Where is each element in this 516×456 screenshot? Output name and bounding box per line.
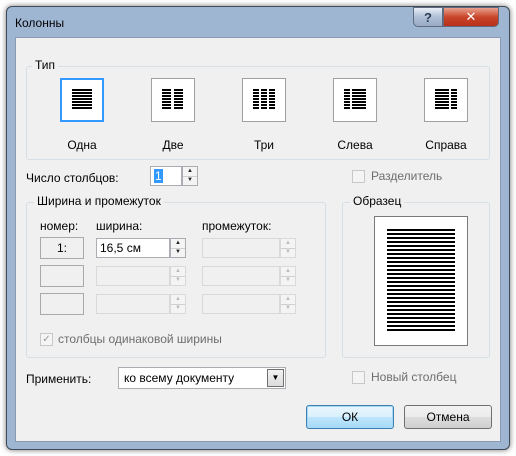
columns-count-spinner[interactable]: ▲ ▼	[182, 166, 198, 186]
preset-two[interactable]	[151, 78, 195, 122]
preset-left-label: Слева	[337, 138, 373, 152]
column-spacing-spinner[interactable]: ▲ ▼	[280, 266, 296, 286]
separator-label: Разделитель	[371, 169, 443, 183]
two-columns-icon	[162, 89, 183, 109]
preset-three[interactable]	[242, 78, 286, 122]
close-icon: ✕	[465, 9, 477, 24]
equal-width-checkbox[interactable]: ✓	[40, 333, 53, 346]
apply-label: Применить:	[26, 372, 92, 386]
spin-down-icon[interactable]: ▼	[281, 248, 295, 257]
three-columns-icon	[253, 89, 275, 109]
spin-down-icon[interactable]: ▼	[171, 304, 185, 313]
width-spacing-label: Ширина и промежуток	[34, 194, 164, 208]
spin-down-icon[interactable]: ▼	[281, 304, 295, 313]
column-number-cell: 1:	[40, 237, 84, 259]
checkmark-icon: ✓	[42, 334, 51, 345]
preset-right[interactable]	[424, 78, 468, 122]
help-icon: ?	[424, 9, 432, 25]
close-button[interactable]: ✕	[443, 7, 499, 27]
column-number-cell	[40, 265, 84, 287]
window-title: Колонны	[15, 16, 65, 30]
preset-one-label: Одна	[67, 138, 97, 152]
preset-one[interactable]	[60, 78, 104, 122]
column-spacing-spinner[interactable]: ▲ ▼	[280, 238, 296, 258]
spin-down-icon[interactable]: ▼	[171, 248, 185, 257]
preset-three-label: Три	[253, 138, 275, 152]
apply-dropdown-value: ко всему документу	[124, 371, 235, 385]
dialog-body: Тип Одна Две Три Слева Справа Число стол…	[15, 37, 501, 442]
preset-two-label: Две	[162, 138, 184, 152]
one-column-icon	[72, 89, 92, 109]
column-number-cell	[40, 293, 84, 315]
separator-checkbox[interactable]	[352, 170, 365, 183]
spin-down-icon[interactable]: ▼	[171, 276, 185, 285]
type-group-label: Тип	[32, 58, 59, 72]
column-spacing-spinner[interactable]: ▲ ▼	[280, 294, 296, 314]
column-width-spinner[interactable]: ▲ ▼	[170, 238, 186, 258]
column-spacing-input[interactable]	[202, 294, 280, 314]
new-column-checkbox[interactable]	[352, 371, 365, 384]
cancel-button[interactable]: Отмена	[404, 405, 492, 429]
width-header: ширина:	[96, 219, 143, 233]
sample-lines	[387, 229, 455, 333]
left-column-icon	[344, 89, 366, 109]
column-spacing-input[interactable]	[202, 238, 280, 258]
number-header: номер:	[40, 219, 79, 233]
spin-down-icon[interactable]: ▼	[183, 176, 197, 185]
dialog-window: Колонны ? ✕ Тип Одна Две Три Слева Справ…	[6, 6, 510, 450]
chevron-down-icon[interactable]: ▼	[267, 369, 284, 387]
right-column-icon	[435, 89, 457, 109]
column-width-input[interactable]: 16,5 см	[96, 238, 170, 258]
column-width-input[interactable]	[96, 294, 170, 314]
columns-count-input[interactable]: 1	[150, 166, 182, 186]
columns-count-value: 1	[154, 169, 163, 183]
title-bar[interactable]: Колонны ? ✕	[7, 7, 509, 37]
apply-dropdown[interactable]: ко всему документу ▼	[118, 367, 286, 389]
sample-label: Образец	[350, 194, 405, 208]
column-width-input[interactable]	[96, 266, 170, 286]
column-width-spinner[interactable]: ▲ ▼	[170, 294, 186, 314]
equal-width-label: столбцы одинаковой ширины	[58, 332, 222, 346]
spin-down-icon[interactable]: ▼	[281, 276, 295, 285]
new-column-label: Новый столбец	[371, 370, 457, 384]
column-width-spinner[interactable]: ▲ ▼	[170, 266, 186, 286]
ok-button[interactable]: ОК	[306, 405, 394, 429]
preset-left[interactable]	[333, 78, 377, 122]
columns-count-label: Число столбцов:	[26, 171, 119, 185]
preset-right-label: Справа	[425, 138, 467, 152]
spacing-header: промежуток:	[202, 219, 272, 233]
help-button[interactable]: ?	[413, 7, 443, 27]
sample-preview	[374, 216, 468, 346]
column-spacing-input[interactable]	[202, 266, 280, 286]
